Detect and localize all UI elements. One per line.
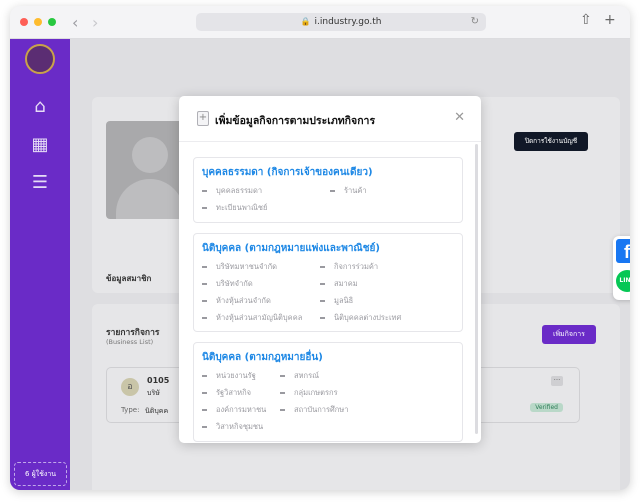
modal-title: เพิ่มข้อมูลกิจการตามประเภทกิจการ bbox=[215, 115, 376, 127]
business-name: บริษั bbox=[147, 389, 160, 397]
zoom-window-button[interactable] bbox=[48, 18, 56, 26]
add-document-icon: + bbox=[197, 111, 209, 126]
browser-window: ‹ › 🔒 i.industry.go.th ↻ ⇧ + ⌂ ▦ ☰ 6 ผู้ใ… bbox=[10, 6, 630, 490]
option-individual[interactable]: บุคคลธรรมดา bbox=[202, 185, 262, 197]
option-educational-institution[interactable]: สถาบันการศึกษา bbox=[280, 404, 348, 416]
sidebar: ⌂ ▦ ☰ 6 ผู้ใช้งาน bbox=[10, 39, 70, 490]
more-options-button[interactable]: ··· bbox=[551, 376, 563, 386]
business-id: 0105 bbox=[147, 376, 170, 385]
section-title: นิติบุคคล (ตามกฎหมายแพ่งและพาณิชย์) bbox=[202, 243, 380, 254]
logo bbox=[25, 44, 55, 74]
member-info-label: ข้อมูลสมาชิก bbox=[106, 274, 152, 283]
type-value: นิติบุคค bbox=[145, 407, 169, 415]
back-icon[interactable]: ‹ bbox=[72, 13, 78, 32]
option-government-agency[interactable]: หน่วยงานรัฐ bbox=[202, 370, 256, 382]
business-avatar: อ bbox=[121, 378, 139, 396]
option-public-company[interactable]: บริษัทมหาชนจำกัด bbox=[202, 261, 277, 273]
forward-icon[interactable]: › bbox=[92, 13, 98, 32]
layers-icon[interactable]: ☰ bbox=[30, 173, 50, 193]
minimize-window-button[interactable] bbox=[34, 18, 42, 26]
option-shop[interactable]: ร้านค้า bbox=[330, 185, 367, 197]
close-window-button[interactable] bbox=[20, 18, 28, 26]
modal-header: + เพิ่มข้อมูลกิจการตามประเภทกิจการ ✕ bbox=[179, 96, 481, 142]
close-icon[interactable]: ✕ bbox=[454, 110, 465, 125]
sidebar-user-count[interactable]: 6 ผู้ใช้งาน bbox=[14, 462, 67, 486]
option-public-organization[interactable]: องค์การมหาชน bbox=[202, 404, 266, 416]
option-farmer-group[interactable]: กลุ่มเกษตรกร bbox=[280, 387, 338, 399]
business-list-subtitle: (Business List) bbox=[106, 338, 154, 346]
section-individual[interactable]: บุคคลธรรมดา (กิจการเจ้าของคนเดียว) บุคคล… bbox=[193, 157, 463, 223]
section-title: บุคคลธรรมดา (กิจการเจ้าของคนเดียว) bbox=[202, 167, 373, 178]
option-community-enterprise[interactable]: วิสาหกิจชุมชน bbox=[202, 421, 263, 433]
option-association[interactable]: สมาคม bbox=[320, 278, 358, 290]
option-limited-company[interactable]: บริษัทจำกัด bbox=[202, 278, 253, 290]
option-commercial-registration[interactable]: ทะเบียนพาณิชย์ bbox=[202, 202, 267, 214]
add-business-button[interactable]: เพิ่มกิจการ bbox=[542, 325, 596, 344]
business-list-title: รายการกิจการ bbox=[106, 328, 160, 338]
option-joint-venture[interactable]: กิจการร่วมค้า bbox=[320, 261, 378, 273]
lock-icon: 🔒 bbox=[300, 17, 311, 26]
share-icon[interactable]: ⇧ bbox=[580, 12, 592, 28]
url-text: i.industry.go.th bbox=[314, 17, 382, 27]
browser-toolbar: ‹ › 🔒 i.industry.go.th ↻ ⇧ + bbox=[10, 6, 630, 39]
facebook-icon[interactable]: f bbox=[616, 239, 630, 263]
option-state-enterprise[interactable]: รัฐวิสาหกิจ bbox=[202, 387, 251, 399]
new-tab-icon[interactable]: + bbox=[604, 12, 616, 28]
option-foundation[interactable]: มูลนิธิ bbox=[320, 295, 353, 307]
modal-scrollbar[interactable] bbox=[475, 144, 478, 434]
support-widget: f LINE bbox=[613, 236, 630, 300]
line-icon[interactable]: LINE bbox=[616, 270, 630, 292]
status-badge: Verified bbox=[530, 403, 563, 412]
type-label: Type: bbox=[121, 406, 140, 414]
home-icon[interactable]: ⌂ bbox=[30, 97, 50, 117]
option-limited-partnership[interactable]: ห้างหุ้นส่วนจำกัด bbox=[202, 295, 271, 307]
section-juristic-civil[interactable]: นิติบุคคล (ตามกฎหมายแพ่งและพาณิชย์) บริษ… bbox=[193, 233, 463, 332]
section-title: นิติบุคคล (ตามกฎหมายอื่น) bbox=[202, 352, 323, 363]
manage-account-button[interactable]: ปิดการใช้งานบัญชี bbox=[514, 132, 588, 151]
section-juristic-other[interactable]: นิติบุคคล (ตามกฎหมายอื่น) หน่วยงานรัฐ สห… bbox=[193, 342, 463, 442]
address-bar[interactable]: 🔒 i.industry.go.th ↻ bbox=[196, 13, 486, 31]
add-business-modal: + เพิ่มข้อมูลกิจการตามประเภทกิจการ ✕ บุค… bbox=[179, 96, 481, 443]
option-foreign-juristic[interactable]: นิติบุคคลต่างประเทศ bbox=[320, 312, 401, 324]
option-cooperative[interactable]: สหกรณ์ bbox=[280, 370, 319, 382]
reload-icon[interactable]: ↻ bbox=[471, 13, 479, 31]
dashboard-icon[interactable]: ▦ bbox=[30, 135, 50, 155]
option-registered-partnership[interactable]: ห้างหุ้นส่วนสามัญนิติบุคคล bbox=[202, 312, 302, 324]
